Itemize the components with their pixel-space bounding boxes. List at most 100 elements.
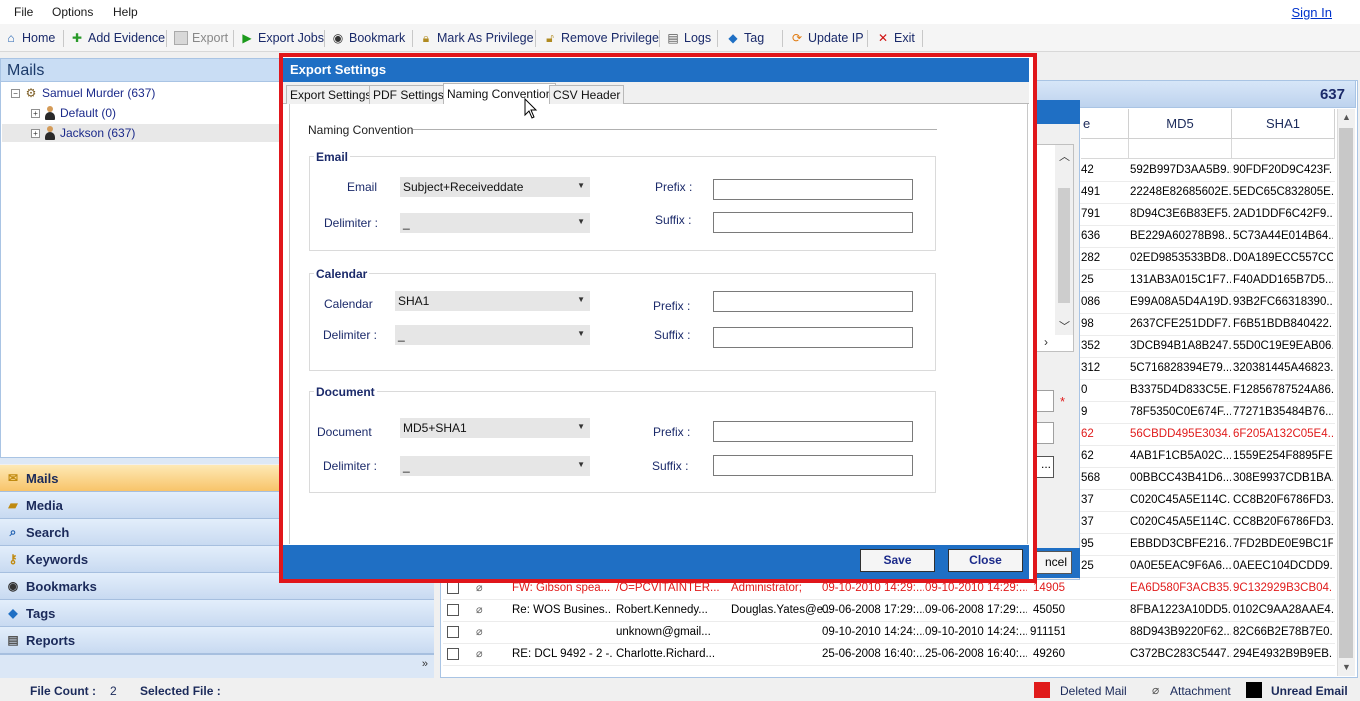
cell-received: 09-10-2010 14:24:... <box>925 626 1027 638</box>
cell-md5: 592B997D3AA5B9... <box>1130 164 1231 176</box>
collapse-icon[interactable]: − <box>11 88 20 98</box>
row-checkbox[interactable] <box>447 582 459 594</box>
row-checkbox[interactable] <box>447 626 459 638</box>
cell-size: 62 <box>1081 428 1094 440</box>
table-row[interactable]: ⌀ unknown@gmail... 09-10-2010 14:24:... 09-… <box>443 622 1335 644</box>
cell-md5: 56CBDD495E3034... <box>1130 428 1231 440</box>
scroll-down-icon[interactable]: ▼ <box>1342 662 1351 672</box>
cell-md5: B3375D4D833C5E... <box>1130 384 1231 396</box>
cell-md5: E99A08A5D4A19D... <box>1130 296 1231 308</box>
cell-sha1: 294E4932B9B9EB... <box>1233 648 1333 660</box>
cell-from: Robert.Kennedy... <box>616 604 708 616</box>
filter-cell[interactable] <box>1129 139 1232 159</box>
update-ip-icon: ⟳ <box>791 31 803 45</box>
cell-size: 636 <box>1081 230 1101 242</box>
toolbar-separator <box>63 30 64 47</box>
mark-privilege-button[interactable]: 🔒︎ Mark As Privilege <box>419 29 534 47</box>
update-ip-button[interactable]: ⟳ Update IP <box>790 29 864 47</box>
exit-button[interactable]: ✕ Exit <box>876 29 915 47</box>
column-header-sha1[interactable]: SHA1 <box>1232 109 1335 139</box>
filter-cell[interactable] <box>1232 139 1335 159</box>
toolbar-separator <box>324 30 325 47</box>
cell-from: unknown@gmail... <box>616 626 711 638</box>
cell-sha1: 320381445A46823... <box>1233 362 1333 374</box>
cell-to: Administrator; <box>731 582 802 594</box>
cell-md5: 3DCB94B1A8B247... <box>1130 340 1231 352</box>
cell-sha1: F6B51BDB840422... <box>1233 318 1333 330</box>
mouse-cursor-icon <box>524 98 538 119</box>
cell-sha1: 308E9937CDB1BA... <box>1233 472 1333 484</box>
deleted-mail-swatch <box>1034 682 1050 698</box>
add-evidence-button[interactable]: ✚ Add Evidence <box>70 29 165 47</box>
cell-sha1: 77271B35484B76... <box>1233 406 1333 418</box>
cell-size: 911151 <box>1030 626 1065 638</box>
expand-icon[interactable]: + <box>31 108 40 118</box>
cell-md5: EBBDD3CBFE216... <box>1130 538 1231 550</box>
chevron-right-icon[interactable]: › <box>1044 335 1048 349</box>
column-header-size[interactable]: e <box>1081 109 1129 139</box>
cell-sent: 09-10-2010 14:29:... <box>822 582 924 594</box>
filter-cell[interactable] <box>1081 139 1129 159</box>
cell-size: 95 <box>1081 538 1094 550</box>
chevron-down-icon[interactable]: ﹀ <box>1059 318 1070 334</box>
table-row[interactable]: ⌀ Re: WOS Busines... Robert.Kennedy... Doug… <box>443 600 1335 622</box>
table-row[interactable]: ⌀ RE: DCL 9492 - 2 -... Charlotte.Richard.… <box>443 644 1335 666</box>
export-jobs-button[interactable]: ▶ Export Jobs <box>240 29 324 47</box>
bookmark-icon: ◉ <box>7 579 19 593</box>
cell-sha1: 90FDF20D9C423F... <box>1233 164 1333 176</box>
cell-md5: 22248E82685602E... <box>1130 186 1231 198</box>
logs-button[interactable]: ▤ Logs <box>666 29 711 47</box>
home-button[interactable]: ⌂ Home <box>4 29 55 47</box>
expand-icon[interactable]: + <box>31 128 40 138</box>
mail-icon: ✉ <box>7 471 19 485</box>
tag-icon: ◆ <box>8 606 18 620</box>
cell-md5: 00BBCC43B41D6... <box>1130 472 1231 484</box>
unlock-icon: 🔓︎ <box>546 31 554 45</box>
nav-overflow-bar[interactable]: » <box>0 654 434 678</box>
remove-privilege-button[interactable]: 🔓︎ Remove Privilege <box>543 29 659 47</box>
export-button[interactable]: Export <box>174 29 228 47</box>
nav-tags[interactable]: ◆ Tags <box>0 600 434 627</box>
nav-reports[interactable]: ▤ Reports <box>0 627 434 654</box>
scrollbar-thumb[interactable] <box>1058 188 1070 303</box>
cell-sha1: F12856787524A86... <box>1233 384 1333 396</box>
mails-panel-header: Mails <box>0 58 282 82</box>
paperclip-icon: ⌀ <box>476 626 483 638</box>
toolbar-separator <box>659 30 660 47</box>
cell-sha1: 5C73A44E014B64... <box>1233 230 1333 242</box>
status-bar: File Count : 2 Selected File : Deleted M… <box>0 680 1360 701</box>
evidence-tree: − ⚙ Samuel Murder (637) + Default (0) + … <box>0 82 282 458</box>
cell-size: 312 <box>1081 362 1101 374</box>
cell-sha1: 1559E254F8895FE... <box>1233 450 1333 462</box>
column-header-md5[interactable]: MD5 <box>1129 109 1232 139</box>
cell-received: 09-06-2008 17:29:... <box>925 604 1027 616</box>
sign-in-link[interactable]: Sign In <box>1292 5 1332 20</box>
tree-node-default[interactable]: + Default (0) <box>31 104 116 122</box>
cell-sha1: D0A189ECC557CC... <box>1233 252 1333 264</box>
cell-from: Charlotte.Richard... <box>616 648 716 660</box>
chevron-up-icon[interactable]: ︿ <box>1059 148 1070 164</box>
cell-sha1: F40ADD165B7D5... <box>1233 274 1333 286</box>
menu-options[interactable]: Options <box>52 5 93 19</box>
cell-size: 791 <box>1081 208 1101 220</box>
cell-md5: 5C716828394E79... <box>1130 362 1231 374</box>
cell-sha1: 0102C9AA28AAE4... <box>1233 604 1333 616</box>
cell-size: 352 <box>1081 340 1101 352</box>
cell-size: 62 <box>1081 450 1094 462</box>
bookmark-button[interactable]: ◉ Bookmark <box>331 29 406 47</box>
menu-file[interactable]: File <box>14 5 33 19</box>
scroll-up-icon[interactable]: ▲ <box>1342 112 1351 122</box>
panel-splitter[interactable] <box>0 458 282 464</box>
row-checkbox[interactable] <box>447 604 459 616</box>
chevron-down-icon[interactable]: » <box>422 658 428 670</box>
tree-node-jackson[interactable]: + Jackson (637) <box>2 124 281 142</box>
tag-button[interactable]: ◆ Tag <box>726 29 764 47</box>
menu-help[interactable]: Help <box>113 5 138 19</box>
row-checkbox[interactable] <box>447 648 459 660</box>
cell-md5: 78F5350C0E674F... <box>1130 406 1231 418</box>
toolbar-separator <box>233 30 234 47</box>
tree-node-case[interactable]: − ⚙ Samuel Murder (637) <box>11 84 155 102</box>
paperclip-icon: ⌀ <box>476 648 483 660</box>
paperclip-icon: ⌀ <box>1152 683 1160 697</box>
scrollbar-thumb[interactable] <box>1339 128 1353 658</box>
